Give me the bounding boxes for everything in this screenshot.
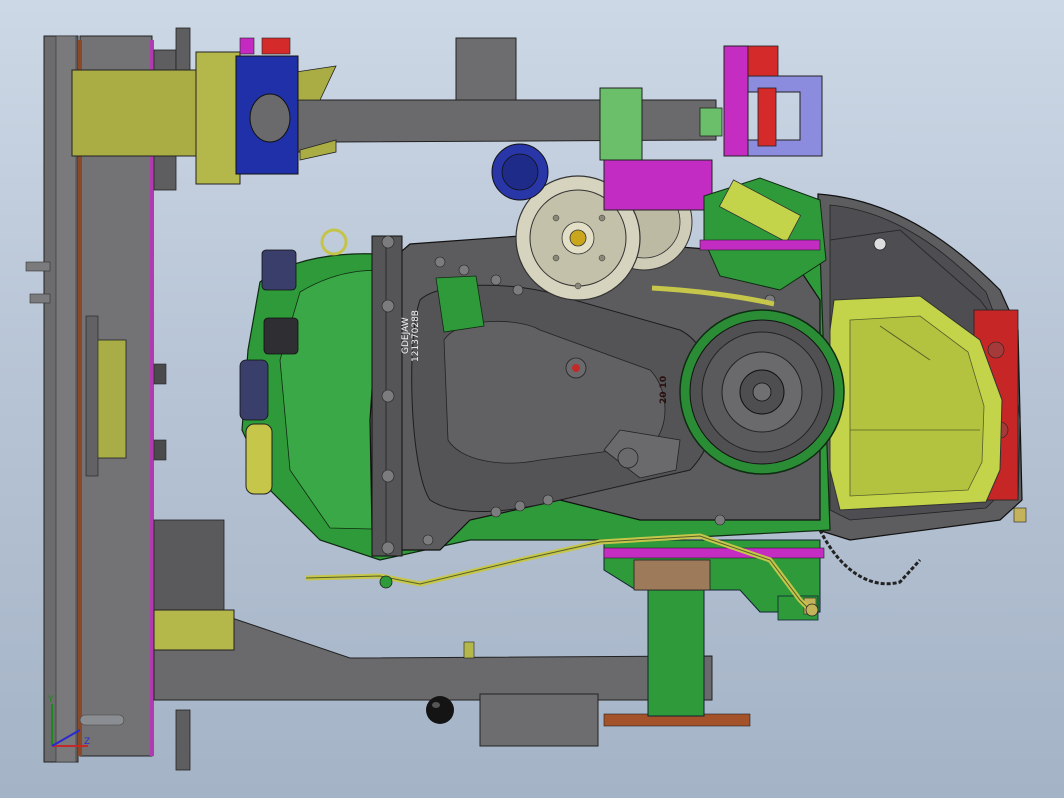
z-axis-label: Z bbox=[84, 737, 90, 747]
engine-assembly-model[interactable]: 12137028B GDEJAW 20 10 Y Z bbox=[0, 0, 1064, 798]
top-right-clamp[interactable] bbox=[723, 45, 823, 157]
part-number-text: 12137028B bbox=[411, 310, 421, 362]
crank-pulley[interactable] bbox=[679, 309, 845, 475]
cad-viewport[interactable]: 12137028B GDEJAW 20 10 Y Z bbox=[0, 0, 1064, 798]
oil-filter[interactable] bbox=[491, 143, 549, 201]
y-axis-label: Y bbox=[47, 695, 54, 705]
cast-numbers-text: 20 10 bbox=[659, 376, 669, 404]
stamp-letters-text: GDEJAW bbox=[401, 317, 411, 354]
